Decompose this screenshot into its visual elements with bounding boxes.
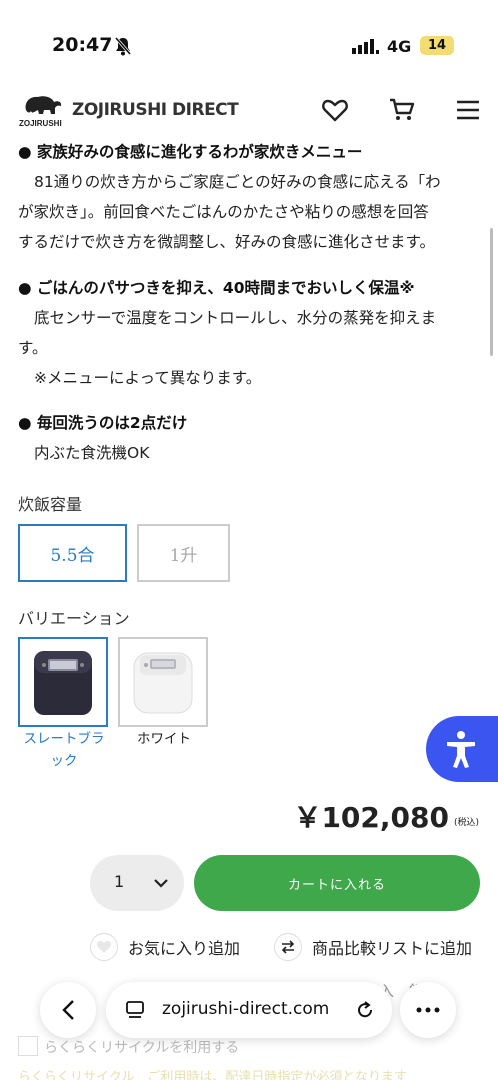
variation-name-white[interactable]: ホワイト (118, 728, 210, 750)
site-header: ZOJIRUSHI ZOJIRUSHI DIRECT (0, 88, 498, 136)
add-favorite-label: お気に入り追加 (128, 939, 241, 958)
rice-cooker-black-image (34, 651, 92, 715)
feature-text: 81通りの炊き方からご家庭ごとの好みの食感に応える「わ (34, 173, 441, 191)
url-text: zojirushi-direct.com (162, 999, 330, 1019)
accessibility-icon (447, 731, 475, 768)
elephant-logo-icon[interactable]: ZOJIRUSHI (18, 92, 64, 128)
ellipsis-icon (416, 1007, 440, 1013)
variation-label: バリエーション (18, 609, 130, 628)
capacity-option-1sho[interactable]: 1升 (137, 524, 230, 582)
page-settings-icon[interactable] (124, 999, 146, 1021)
quantity-select[interactable]: 1 (90, 855, 184, 911)
cart-icon[interactable] (388, 96, 416, 124)
feature-text: 底センサーで温度をコントロールし、水分の蒸発を抑えま (34, 309, 437, 327)
feature-note: ※メニューによって異なります。 (34, 369, 262, 387)
accessibility-button[interactable] (426, 716, 498, 782)
status-time: 20:47 (52, 34, 113, 56)
back-button[interactable] (40, 982, 96, 1038)
feature-keep-warm: ● ごはんのパサつきを抑え、40時間までおいしく保温※ 底センサーで温度をコント… (18, 273, 480, 393)
brand-name[interactable]: ZOJIRUSHI DIRECT (72, 100, 239, 120)
swap-arrows-icon (274, 933, 302, 961)
network-type: 4G (387, 37, 412, 56)
chevron-left-icon (62, 1000, 74, 1020)
feature-easy-wash: ● 毎回洗うのは2点だけ 内ぶた食洗機OK (18, 408, 480, 468)
variation-option-slate-black[interactable] (18, 637, 108, 727)
heart-icon[interactable] (321, 96, 349, 124)
feature-text: が家炊き」。前回食べたごはんのかたさや粘りの感想を回答 (18, 203, 429, 221)
add-to-cart-button[interactable]: カートに入れる (194, 855, 480, 911)
feature-recipe-menu: ● 家族好みの食感に進化するわが家炊きメニュー 81通りの炊き方からご家庭ごとの… (18, 137, 480, 257)
price: ￥102,080 (293, 801, 449, 834)
add-compare-button[interactable]: 商品比較リストに追加 (274, 931, 472, 963)
tax-note: (税込) (454, 818, 480, 828)
variation-option-white[interactable] (118, 637, 208, 727)
address-bar[interactable]: zojirushi-direct.com (106, 982, 392, 1038)
more-options-button[interactable] (400, 982, 456, 1038)
rice-cooker-white-image (133, 652, 193, 714)
status-bar: 20:47 4G 14 (0, 0, 498, 90)
add-compare-label: 商品比較リストに追加 (312, 939, 473, 958)
scrollbar[interactable] (490, 228, 493, 356)
feature-heading: ● 家族好みの食感に進化するわが家炊きメニュー (18, 143, 363, 161)
feature-heading: ● 毎回洗うのは2点だけ (18, 414, 188, 432)
capacity-label: 炊飯容量 (18, 495, 83, 514)
heart-icon (90, 933, 118, 961)
signal-icon (352, 39, 379, 54)
reload-icon[interactable] (354, 999, 376, 1021)
bell-off-icon (114, 37, 132, 56)
feature-text: 内ぶた食洗機OK (34, 444, 150, 462)
browser-toolbar: zojirushi-direct.com (0, 976, 498, 1080)
menu-icon[interactable] (454, 96, 482, 124)
capacity-option-5-5go[interactable]: 5.5合 (18, 524, 127, 582)
feature-text: するだけで炊き方を微調整し、好みの食感に進化させます。 (18, 233, 435, 251)
add-favorite-button[interactable]: お気に入り追加 (90, 931, 240, 963)
battery-indicator: 14 (420, 36, 454, 55)
svg-text:ZOJIRUSHI: ZOJIRUSHI (19, 119, 62, 128)
feature-text: す。 (18, 339, 48, 357)
variation-name-slate-black[interactable]: スレートブラ ック (18, 728, 110, 772)
feature-heading: ● ごはんのパサつきを抑え、40時間までおいしく保温※ (18, 279, 415, 297)
quantity-value: 1 (114, 872, 125, 891)
chevron-down-icon (154, 879, 168, 888)
